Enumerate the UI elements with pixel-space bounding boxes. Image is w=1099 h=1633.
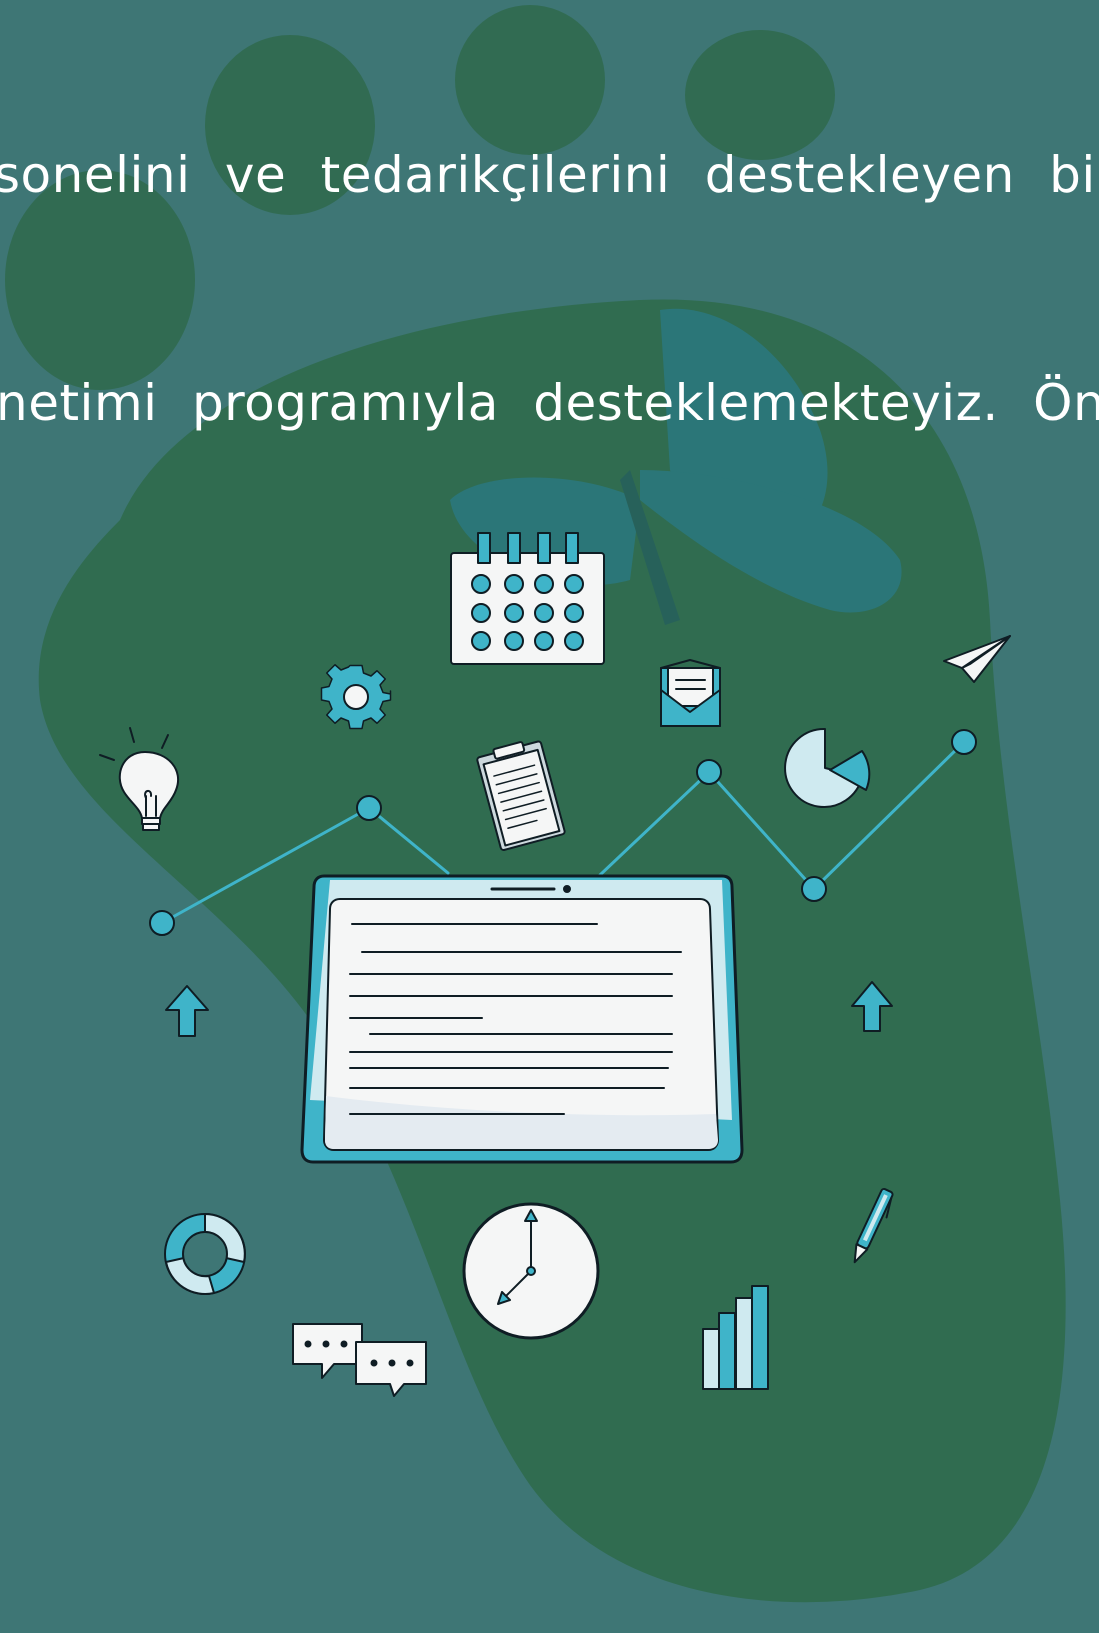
gear-icon bbox=[320, 664, 392, 730]
bar-chart-icon bbox=[702, 1285, 769, 1390]
tablet-document bbox=[300, 874, 744, 1164]
paper-plane-icon bbox=[943, 635, 1011, 683]
envelope-icon bbox=[660, 659, 721, 727]
arrow-up-icon bbox=[851, 981, 893, 1032]
arrow-up-icon bbox=[165, 985, 209, 1037]
clipboard-icon bbox=[476, 740, 566, 851]
chat-bubbles-icon bbox=[292, 1323, 427, 1397]
lightbulb-icon bbox=[99, 727, 179, 831]
calendar-icon bbox=[450, 532, 605, 665]
donut-chart-icon bbox=[164, 1213, 246, 1295]
clock-icon bbox=[462, 1202, 600, 1340]
pie-chart-icon bbox=[784, 727, 871, 808]
business-illustration bbox=[99, 532, 1011, 1397]
pen-icon bbox=[853, 1188, 894, 1264]
